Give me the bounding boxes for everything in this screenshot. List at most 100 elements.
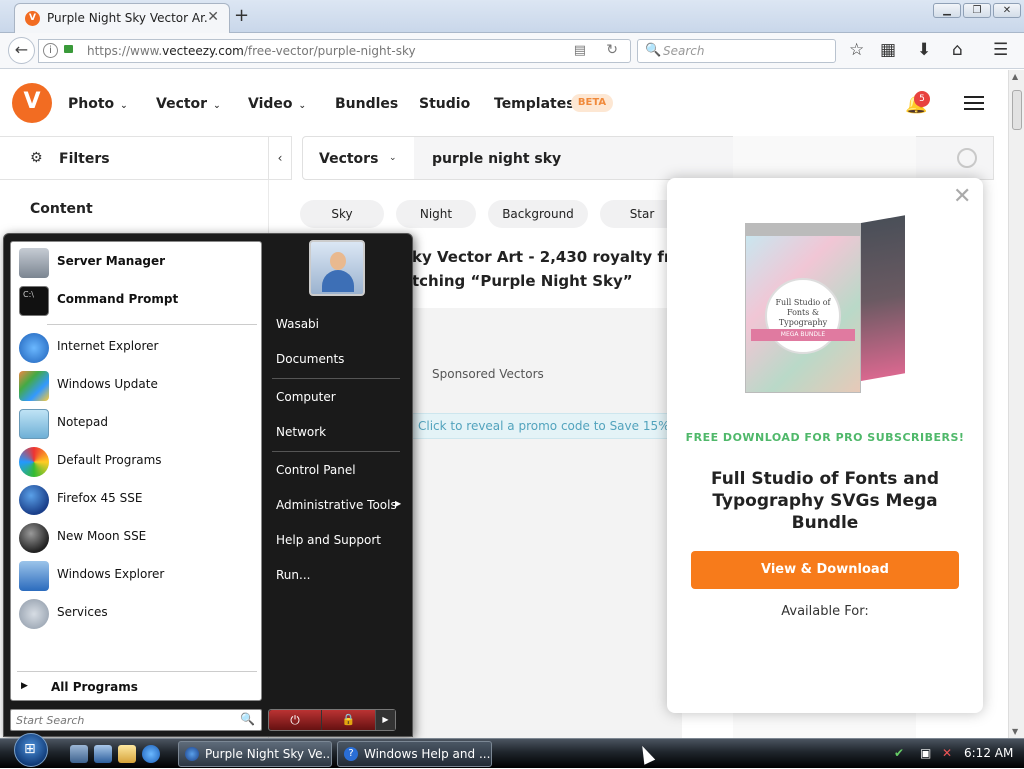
browser-nav-bar: ← i https://www.vecteezy.com/free-vector… <box>0 33 1024 69</box>
menu-icon[interactable]: ☰ <box>993 40 1008 60</box>
start-item-control-panel[interactable]: Control Panel <box>276 463 356 477</box>
reader-view-icon[interactable]: ▤ <box>574 43 586 58</box>
browser-search-input[interactable]: 🔍 Search <box>637 39 836 63</box>
start-search-input[interactable]: Start Search 🔍 <box>10 709 262 731</box>
maximize-button[interactable]: ❐ <box>963 3 991 18</box>
nav-vector[interactable]: Vector ⌄ <box>156 96 221 112</box>
nav-bundles[interactable]: Bundles <box>335 96 398 112</box>
browser-tab[interactable]: V Purple Night Sky Vector Ar... ✕ <box>14 3 230 33</box>
task-firefox[interactable]: Purple Night Sky Ve... <box>178 741 332 767</box>
vecteezy-favicon-icon: V <box>25 11 40 26</box>
start-menu-separator <box>47 324 257 325</box>
security-icon[interactable]: ✔ <box>894 746 904 760</box>
user-avatar[interactable] <box>309 240 365 296</box>
start-item-network[interactable]: Network <box>276 425 326 439</box>
promo-banner[interactable]: Click to reveal a promo code to Save 15% <box>412 413 672 439</box>
back-button[interactable]: ← <box>8 37 35 64</box>
switch-windows-icon[interactable] <box>94 745 112 763</box>
start-button[interactable]: ⊞ <box>10 733 50 769</box>
info-icon[interactable]: i <box>43 43 58 58</box>
chevron-right-icon: ▶ <box>21 681 28 691</box>
internet-explorer-quicklaunch-icon[interactable] <box>142 745 160 763</box>
start-item-run[interactable]: Run... <box>276 568 310 582</box>
volume-muted-icon[interactable]: ✕ <box>942 746 952 760</box>
scroll-down-icon[interactable]: ▼ <box>1012 727 1018 736</box>
program-notepad[interactable]: Notepad <box>17 406 257 440</box>
browser-tab-bar: V Purple Night Sky Vector Ar... ✕ + ▁ ❐ … <box>0 0 1024 33</box>
asset-type-label: Vectors <box>319 151 379 167</box>
nav-templates[interactable]: Templates <box>494 96 575 112</box>
asset-type-select[interactable]: Vectors ⌄ <box>302 136 415 180</box>
network-icon[interactable]: ▣ <box>920 746 931 760</box>
show-desktop-icon[interactable] <box>70 745 88 763</box>
program-windows-update[interactable]: Windows Update <box>17 368 257 402</box>
chip-sky[interactable]: Sky <box>300 200 384 228</box>
explorer-quicklaunch-icon[interactable] <box>118 745 136 763</box>
default-programs-icon <box>19 447 49 477</box>
new-moon-icon <box>19 523 49 553</box>
hamburger-menu-icon[interactable] <box>964 96 984 110</box>
chevron-right-icon: ▶ <box>395 499 402 508</box>
scroll-thumb[interactable] <box>1012 90 1022 130</box>
reading-list-icon[interactable]: ▦ <box>880 40 896 60</box>
windows-explorer-icon <box>19 561 49 591</box>
nav-studio[interactable]: Studio <box>419 96 470 112</box>
power-button[interactable]: ⏻ <box>269 710 321 730</box>
bundle-title: Full Studio of Fonts and Typography SVGs… <box>710 469 940 533</box>
available-for-label: Available For: <box>781 604 869 619</box>
program-windows-explorer[interactable]: Windows Explorer <box>17 558 257 592</box>
start-menu-programs: Server Manager C:\ Command Prompt Intern… <box>10 241 262 701</box>
search-query: purple night sky <box>432 151 562 167</box>
program-services[interactable]: Services <box>17 596 257 630</box>
internet-explorer-icon <box>19 333 49 363</box>
close-window-button[interactable]: ✕ <box>993 3 1021 18</box>
power-options-arrow-icon[interactable]: ▶ <box>375 710 395 730</box>
results-title: ky Vector Art - 2,430 royalty free v tch… <box>412 248 707 290</box>
program-default-programs[interactable]: Default Programs <box>17 444 257 478</box>
taskbar: ⊞ Purple Night Sky Ve... ? Windows Help … <box>0 733 1024 769</box>
start-item-help-and-support[interactable]: Help and Support <box>276 533 381 547</box>
help-icon: ? <box>344 747 358 761</box>
tab-close-icon[interactable]: ✕ <box>207 9 219 25</box>
download-icon[interactable]: ⬇ <box>917 40 931 60</box>
bundle-box-image: Full Studio of Fonts & Typography SVGs M… <box>745 215 905 398</box>
home-icon[interactable]: ⌂ <box>952 40 963 60</box>
beta-badge: BETA <box>571 94 613 112</box>
start-menu: Server Manager C:\ Command Prompt Intern… <box>3 233 413 737</box>
collapse-filters-button[interactable]: ‹ <box>268 136 292 180</box>
start-item-computer[interactable]: Computer <box>276 390 336 404</box>
chip-background[interactable]: Background <box>488 200 588 228</box>
minimize-button[interactable]: ▁ <box>933 3 961 18</box>
nav-video[interactable]: Video ⌄ <box>248 96 306 112</box>
chip-night[interactable]: Night <box>396 200 476 228</box>
url-bar[interactable]: i https://www.vecteezy.com/free-vector/p… <box>38 39 631 63</box>
all-programs-button[interactable]: All Programs <box>51 680 138 694</box>
nav-photo[interactable]: Photo ⌄ <box>68 96 128 112</box>
start-item-wasabi[interactable]: Wasabi <box>276 317 319 331</box>
new-tab-button[interactable]: + <box>234 5 249 26</box>
program-command-prompt[interactable]: C:\ Command Prompt <box>17 283 257 317</box>
reload-icon[interactable]: ↻ <box>606 42 618 58</box>
filters-label: Filters <box>59 151 110 167</box>
lock-button[interactable]: 🔒 <box>321 710 375 730</box>
task-windows-help[interactable]: ? Windows Help and ... <box>337 741 492 767</box>
url-text[interactable]: https://www.vecteezy.com/free-vector/pur… <box>87 44 416 58</box>
vecteezy-logo[interactable]: V <box>12 83 52 123</box>
page-scrollbar[interactable]: ▲ ▼ <box>1008 70 1024 738</box>
chevron-down-icon: ⌄ <box>213 101 221 111</box>
search-icon[interactable] <box>957 148 977 168</box>
close-icon[interactable]: ✕ <box>953 184 971 209</box>
start-item-documents[interactable]: Documents <box>276 352 344 366</box>
program-internet-explorer[interactable]: Internet Explorer <box>17 330 257 364</box>
sliders-icon: ⚙ <box>30 150 43 166</box>
program-server-manager[interactable]: Server Manager <box>17 245 257 279</box>
start-item-administrative-tools[interactable]: Administrative Tools <box>276 498 397 512</box>
filters-toggle[interactable]: ⚙ Filters <box>0 136 268 180</box>
chevron-down-icon: ⌄ <box>298 101 307 111</box>
program-new-moon[interactable]: New Moon SSE <box>17 520 257 554</box>
scroll-up-icon[interactable]: ▲ <box>1012 72 1018 81</box>
bookmark-star-icon[interactable]: ☆ <box>849 40 864 60</box>
program-firefox[interactable]: Firefox 45 SSE <box>17 482 257 516</box>
view-download-button[interactable]: View & Download <box>691 551 959 589</box>
clock[interactable]: 6:12 AM <box>964 746 1013 760</box>
